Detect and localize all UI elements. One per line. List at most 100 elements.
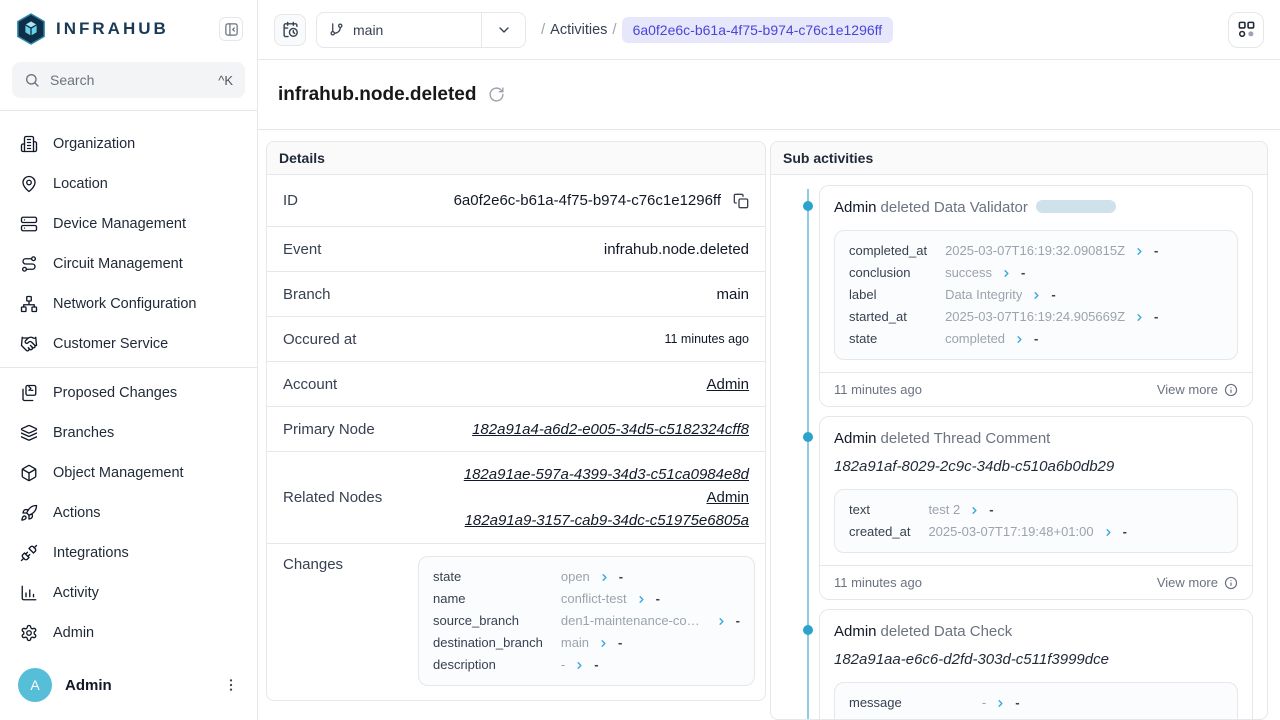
kv-new-value: - [1034,328,1038,350]
card-title: Admindeleted Data Validator [820,186,1252,218]
sidebar-item-label: Proposed Changes [53,385,177,401]
git-branch-icon [329,22,344,37]
sidebar-item-label: Admin [53,625,94,641]
details-panel: Details ID 6a0f2e6c-b61a-4f75-b974-c76c1… [266,141,766,701]
gear-icon [20,624,38,642]
kv-new-value: - [619,566,623,588]
sidebar-item-device-management[interactable]: Device Management [0,204,257,244]
kv-new-value: - [594,654,598,676]
sidebar-item-network-configuration[interactable]: Network Configuration [0,284,257,324]
branch-selected-value: main [353,22,383,38]
sidebar-item-proposed-changes[interactable]: Proposed Changes [0,373,257,413]
kv-old-value: den1-maintenance-conflict [561,610,707,632]
calendar-clock-icon[interactable] [274,14,306,46]
kv-new-value: - [1051,284,1055,306]
detail-row-primary-node: Primary Node 182a91a4-a6d2-e005-34d5-c51… [267,407,765,452]
related-node-link[interactable]: 182a91ae-597a-4399-34d3-c51ca0984e8d [464,466,749,483]
sub-activity-card: Admindeleted Data Check 182a91aa-e6c6-d2… [819,609,1253,719]
account-link[interactable]: Admin [706,376,749,393]
card-timestamp: 11 minutes ago [834,575,922,590]
related-nodes-list: 182a91ae-597a-4399-34d3-c51ca0984e8d Adm… [464,458,749,537]
sidebar-item-admin[interactable]: Admin [0,613,257,653]
breadcrumb-activity-id[interactable]: 6a0f2e6c-b61a-4f75-b974-c76c1e1296ff [622,17,894,43]
kv-key: source_branch [433,610,543,632]
kv-old-value: open [561,566,590,588]
card-actor: Admin [834,199,877,216]
kv-key: message [849,692,964,714]
detail-row-event: Event infrahub.node.deleted [267,227,765,272]
kv-old-value: Data Integrity [945,284,1022,306]
building-icon [20,135,38,153]
view-more-button[interactable]: View more [1157,382,1238,397]
card-attributes-box: text test 2- created_at 2025-03-07T17:19… [834,489,1238,553]
sub-activities-timeline: Admindeleted Data Validator completed_at… [771,175,1267,719]
chevron-right-icon [1103,527,1114,538]
breadcrumb-activities-link[interactable]: Activities [550,22,607,38]
sidebar-item-object-management[interactable]: Object Management [0,453,257,493]
detail-label-id: ID [283,192,298,209]
kv-new-value: - [618,632,622,654]
logo-row: INFRAHUB [0,0,257,54]
sidebar-item-actions[interactable]: Actions [0,493,257,533]
detail-label-occured-at: Occured at [283,331,356,348]
card-footer: 11 minutes ago View more [820,565,1252,599]
view-more-button[interactable]: View more [1157,575,1238,590]
card-actor: Admin [834,623,877,640]
kv-new-value: - [989,499,993,521]
copy-icon[interactable] [733,193,749,209]
kv-old-value: - [561,654,565,676]
timeline-line [807,189,809,719]
detail-row-related-nodes: Related Nodes 182a91ae-597a-4399-34d3-c5… [267,452,765,544]
breadcrumb-separator: / [612,21,616,38]
kv-key: state [433,566,543,588]
user-name: Admin [65,677,112,694]
kv-old-value: 2025-03-07T16:19:32.090815Z [945,240,1125,262]
chevron-right-icon [995,698,1006,709]
workflow-icon[interactable] [1228,12,1264,48]
refresh-icon[interactable] [488,86,505,103]
related-node-link[interactable]: 182a91a9-3157-cab9-34dc-c51975e6805a [465,512,749,529]
sidebar-item-organization[interactable]: Organization [0,124,257,164]
sub-activities-panel: Sub activities Admindeleted Data Validat… [770,141,1268,720]
content: Details ID 6a0f2e6c-b61a-4f75-b974-c76c1… [258,130,1280,720]
detail-label-related-nodes: Related Nodes [283,489,382,506]
kv-old-value: 2025-03-07T17:19:48+01:00 [928,521,1093,543]
sub-activity-card: Admindeleted Thread Comment 182a91af-802… [819,416,1253,600]
kv-key: state [849,328,927,350]
bar-chart-icon [20,584,38,602]
card-title: Admindeleted Data Check 182a91aa-e6c6-d2… [820,610,1252,670]
kv-old-value: test 2 [928,499,960,521]
detail-label-event: Event [283,241,321,258]
search-icon [24,72,40,88]
chevron-right-icon [598,638,609,649]
sidebar-item-label: Integrations [53,545,129,561]
branch-selector[interactable]: main [316,12,526,48]
kv-key: description [433,654,543,676]
sidebar-item-integrations[interactable]: Integrations [0,533,257,573]
sidebar-item-location[interactable]: Location [0,164,257,204]
card-node-uuid: 182a91af-8029-2c9c-34db-c510a6b0db29 [834,457,1238,477]
kv-new-value: - [1021,262,1025,284]
user-menu[interactable]: A Admin [0,656,257,720]
sidebar-item-circuit-management[interactable]: Circuit Management [0,244,257,284]
page-title: infrahub.node.deleted [278,84,476,106]
sidebar-item-branches[interactable]: Branches [0,413,257,453]
detail-row-account: Account Admin [267,362,765,407]
kebab-menu-icon[interactable] [223,677,239,693]
sidebar-collapse-icon[interactable] [219,17,243,41]
server-icon [20,215,38,233]
kv-key: started_at [849,306,927,328]
chevron-down-icon [481,13,525,47]
sidebar: INFRAHUB Search ^K Organization Location… [0,0,258,720]
card-timestamp: 11 minutes ago [834,382,922,397]
detail-value-event: infrahub.node.deleted [604,241,749,258]
sidebar-item-customer-service[interactable]: Customer Service [0,324,257,364]
card-footer: 11 minutes ago View more [820,372,1252,406]
sidebar-item-activity[interactable]: Activity [0,573,257,613]
related-node-link[interactable]: Admin [706,489,749,506]
kv-new-value: - [1015,714,1019,719]
search-input[interactable]: Search ^K [12,62,245,98]
primary-node-link[interactable]: 182a91a4-a6d2-e005-34d5-c5182324cff8 [472,421,749,438]
kv-old-value: conflict-test [561,588,627,610]
info-icon [1224,576,1238,590]
